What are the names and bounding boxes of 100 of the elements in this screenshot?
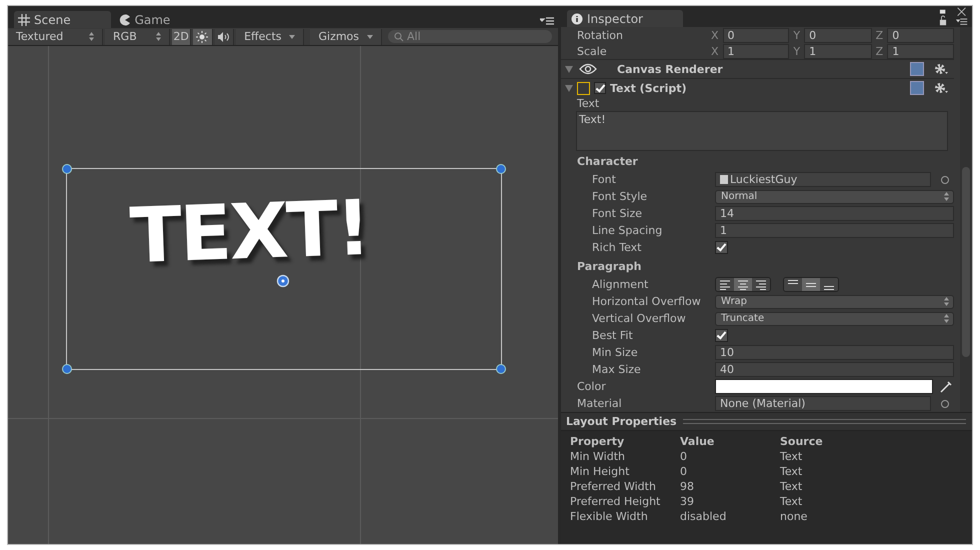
resize-handle[interactable] — [62, 164, 72, 174]
eyedropper-icon[interactable] — [940, 380, 952, 392]
caret-icon — [289, 34, 296, 38]
axis-label: Z — [876, 28, 884, 42]
number-field[interactable]: 40 — [715, 362, 954, 377]
align-button[interactable] — [802, 278, 820, 291]
collapse-arrow-icon[interactable] — [565, 66, 573, 72]
property-label: Text — [576, 97, 600, 111]
align-lines-icon — [805, 282, 817, 286]
menu-icon[interactable] — [540, 17, 554, 25]
search-field[interactable]: All — [388, 30, 552, 43]
dropdown[interactable]: Truncate — [715, 312, 954, 326]
align-button[interactable] — [820, 278, 838, 291]
number-field[interactable]: 1 — [804, 44, 872, 58]
align-button[interactable] — [784, 278, 802, 291]
align-button[interactable] — [734, 278, 752, 291]
property-label: Material — [577, 397, 623, 410]
checkbox[interactable] — [715, 241, 728, 254]
close-icon[interactable] — [956, 7, 968, 26]
view-tab[interactable]: Game — [114, 11, 182, 28]
component-title: Canvas Renderer — [617, 62, 724, 76]
number-field[interactable]: 0 — [887, 28, 954, 42]
object-picker-icon[interactable] — [941, 400, 949, 408]
resize-handle[interactable] — [62, 364, 72, 374]
number-field[interactable]: 1 — [887, 44, 954, 58]
number-field[interactable]: 14 — [715, 206, 954, 221]
property-label: Min Size — [592, 346, 639, 359]
gear-icon[interactable] — [934, 82, 948, 94]
align-lines-icon — [823, 286, 835, 290]
section-heading: Character — [576, 154, 639, 170]
table-cell: Text — [780, 450, 802, 463]
gizmos-dropdown[interactable]: Gizmos — [310, 28, 382, 44]
view-tab[interactable]: Scene — [14, 11, 111, 28]
number-field[interactable]: 0 — [722, 28, 790, 42]
scene-text: TEXT! — [128, 190, 370, 274]
caret-icon — [367, 34, 374, 38]
property-label: Font Style — [592, 190, 648, 203]
dropdown[interactable]: Normal — [715, 190, 954, 204]
resize-handle[interactable] — [496, 164, 506, 174]
sun-icon[interactable] — [193, 28, 213, 44]
table-cell: Text — [780, 465, 802, 478]
number-field[interactable]: 1 — [722, 44, 790, 58]
pacman-icon — [118, 14, 131, 26]
scrollbar[interactable] — [960, 27, 972, 412]
shading-dropdown[interactable]: Textured — [8, 28, 104, 44]
table-cell-text: Min Width — [570, 450, 626, 463]
number-field[interactable]: 1 — [715, 223, 954, 238]
property-label: Best Fit — [592, 329, 634, 342]
property-label: Max Size — [592, 363, 642, 376]
color-swatch[interactable] — [715, 379, 933, 394]
vertical-alignment-buttons[interactable] — [783, 277, 839, 292]
channel-dropdown[interactable]: RGB — [105, 28, 170, 44]
property-label: Vertical Overflow — [592, 312, 687, 325]
2d-toggle[interactable]: 2D — [172, 28, 192, 44]
align-button[interactable] — [752, 278, 770, 291]
collapse-arrow-icon[interactable] — [565, 84, 573, 92]
property-label: Alignment — [592, 278, 650, 291]
effects-dropdown[interactable]: Effects — [236, 28, 304, 44]
property-label: Color — [577, 380, 607, 393]
property-label: Rich Text — [592, 241, 642, 254]
grid-icon — [18, 14, 30, 26]
pivot-icon[interactable] — [275, 273, 291, 289]
table-cell-text: Preferred Height — [570, 495, 662, 508]
property-label: Rotation — [577, 28, 624, 42]
property-label: Font Size — [592, 207, 644, 220]
inspector-tab[interactable]: Inspector — [567, 10, 683, 27]
speaker-icon[interactable] — [214, 28, 234, 44]
checkbox[interactable] — [715, 329, 728, 342]
number-field[interactable]: 0 — [804, 28, 872, 42]
text-area[interactable]: Text! — [576, 111, 948, 151]
up-down-arrows-icon — [944, 314, 949, 323]
property-label: Font — [592, 173, 617, 186]
up-down-arrows-icon — [156, 32, 161, 41]
table-cell-text: 0 — [680, 450, 688, 463]
align-button[interactable] — [716, 278, 734, 291]
gear-icon[interactable] — [934, 63, 948, 75]
resize-handle[interactable] — [496, 364, 506, 374]
column-header: Property — [570, 435, 626, 448]
table-cell-text: 98 — [680, 480, 695, 493]
enable-checkbox[interactable] — [594, 82, 606, 94]
axis-label: X — [711, 28, 719, 42]
number-field[interactable]: 10 — [715, 345, 954, 360]
lock-icon[interactable] — [938, 9, 948, 26]
info-icon — [571, 12, 583, 24]
section-heading: Paragraph — [576, 259, 642, 275]
table-cell-text: disabled — [680, 510, 728, 523]
table-cell-text: 0 — [680, 465, 688, 478]
table-cell-text: Preferred Width — [570, 480, 657, 493]
table-cell: none — [780, 510, 808, 523]
horizontal-alignment-buttons[interactable] — [715, 277, 771, 292]
dropdown[interactable]: Wrap — [715, 294, 954, 308]
object-picker-icon[interactable] — [941, 176, 949, 184]
object-field[interactable]: LuckiestGuy — [715, 172, 931, 187]
up-down-arrows-icon — [944, 192, 949, 201]
object-field[interactable]: None (Material) — [715, 396, 931, 411]
align-lines-icon — [755, 280, 767, 290]
align-lines-icon — [737, 280, 749, 290]
axis-label: X — [711, 44, 719, 58]
component-title: Text (Script) — [610, 82, 688, 94]
align-lines-icon — [719, 280, 731, 290]
